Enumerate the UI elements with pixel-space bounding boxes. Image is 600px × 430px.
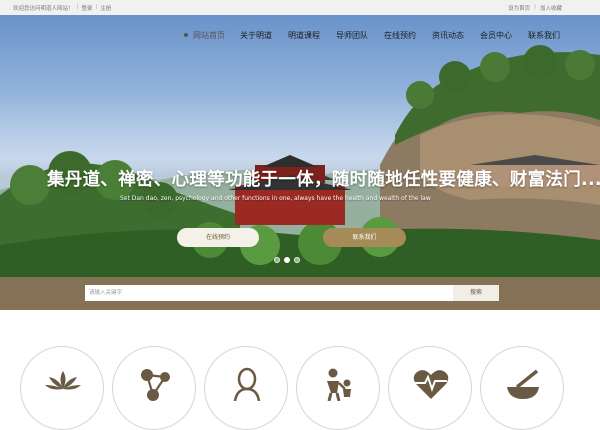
top-utility-bar: 欢迎您访问明道人网站！ | 登录 | 注册 设为首页 | 加入收藏 <box>0 0 600 15</box>
separator: | <box>95 4 98 10</box>
slider-pagination <box>274 257 300 263</box>
lotus-icon <box>45 371 81 390</box>
service-herbal[interactable] <box>480 346 564 430</box>
nav-item-about[interactable]: 关于明道 <box>240 30 272 41</box>
topbar-right: 设为首页 | 加入收藏 <box>508 4 562 12</box>
molecule-icon <box>141 369 170 401</box>
nav-item-mentors[interactable]: 导师团队 <box>336 30 368 41</box>
nav-item-members[interactable]: 会员中心 <box>480 30 512 41</box>
active-indicator-icon <box>184 33 188 37</box>
parent-child-icon <box>327 368 351 401</box>
service-family[interactable] <box>296 346 380 430</box>
nav-item-contact[interactable]: 联系我们 <box>528 30 560 41</box>
search-button[interactable]: 搜索 <box>453 285 499 301</box>
service-molecule[interactable] <box>112 346 196 430</box>
mortar-pestle-icon <box>507 369 539 399</box>
welcome-text: 欢迎您访问明道人网站！ <box>13 6 74 12</box>
separator: | <box>76 4 79 10</box>
hero-headline: 集丹道、禅密、心理等功能于一体，随时随地任性要健康、财富法门... <box>47 170 600 190</box>
search-input[interactable]: 请输入关键字 <box>85 285 453 301</box>
online-booking-button[interactable]: 在线预约 <box>177 228 259 247</box>
service-mentor[interactable] <box>204 346 288 430</box>
slide-dot[interactable] <box>294 257 300 263</box>
nav-item-home[interactable]: 网站首页 <box>193 30 225 41</box>
set-homepage-link[interactable]: 设为首页 <box>508 4 530 12</box>
service-lotus[interactable] <box>20 346 104 430</box>
login-link[interactable]: 登录 <box>81 4 92 12</box>
main-navigation: 网站首页 关于明道 明道课程 导师团队 在线预约 资讯动态 会员中心 联系我们 <box>0 15 600 55</box>
slide-dot[interactable] <box>274 257 280 263</box>
hero-subline: Set Dan dao, zen, psychology and other f… <box>120 195 431 202</box>
heartbeat-icon <box>413 370 449 399</box>
nav-item-news[interactable]: 资讯动态 <box>432 30 464 41</box>
separator: | <box>534 4 536 10</box>
mentor-icon <box>233 367 261 401</box>
register-link[interactable]: 注册 <box>100 4 111 12</box>
slide-dot-active[interactable] <box>284 257 290 263</box>
contact-us-button[interactable]: 联系我们 <box>323 228 406 247</box>
topbar-left: 欢迎您访问明道人网站！ | 登录 | 注册 <box>13 4 111 12</box>
service-health[interactable] <box>388 346 472 430</box>
add-favorite-link[interactable]: 加入收藏 <box>540 4 562 12</box>
nav-item-booking[interactable]: 在线预约 <box>384 30 416 41</box>
nav-item-courses[interactable]: 明道课程 <box>288 30 320 41</box>
